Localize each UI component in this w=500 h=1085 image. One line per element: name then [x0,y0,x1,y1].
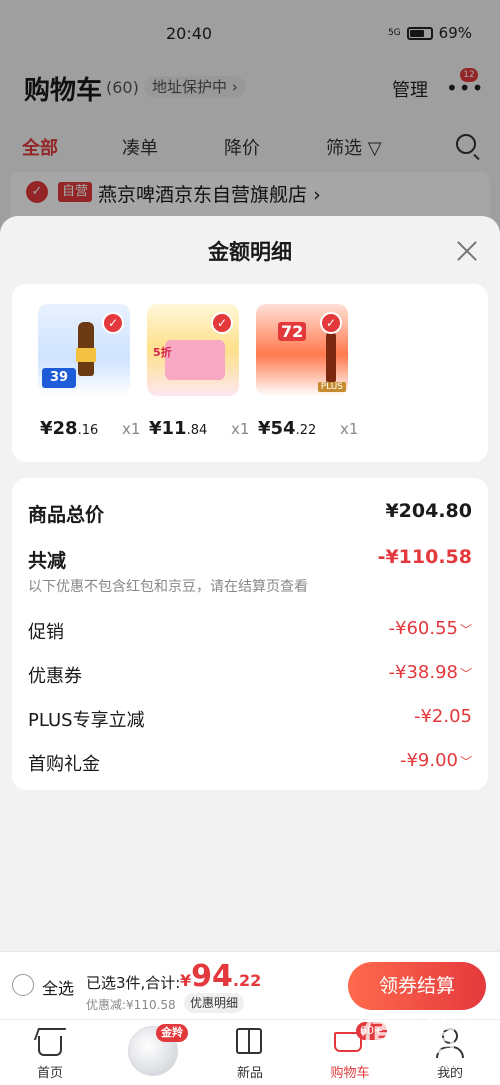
nav-promo[interactable]: 金羚 [100,1020,200,1085]
watermark-logo: 值|值|值 [360,1014,478,1085]
reduce-value: -¥110.58 [377,546,472,568]
selected-products: 39 ✓ ¥28.16 x1 5折 ✓ ¥11.84 x1 72 PLUS ✓ … [12,284,488,462]
product-quantity: x1 [340,420,359,438]
price-integer: ¥54 [258,418,296,439]
watermark-url: zhizhizhi.com [370,1056,465,1072]
bottle-label-graphic [76,348,96,362]
product-price: ¥28.16 [40,418,98,439]
price-breakdown: 商品总价 ¥204.80 共减 -¥110.58 以下优惠不包含红包和京豆，请在… [12,478,488,790]
chevron-down-icon: ﹀ [459,623,472,637]
sheet-title: 金额明细 [208,240,292,264]
first-purchase-value: -¥9.00 [399,750,458,771]
nav-home[interactable]: 首页 [0,1020,100,1085]
bottle-graphic [326,332,336,382]
total-label: 商品总价 [28,504,105,526]
nav-new-label: 新品 [236,1066,263,1081]
price-decimal: .22 [232,971,262,990]
box-graphic [165,340,225,380]
product-item[interactable]: 72 PLUS ✓ ¥54.22 x1 [254,304,358,444]
select-all-radio[interactable] [12,974,34,996]
pink-box-image: 5折 ✓ [147,304,239,396]
nav-home-label: 首页 [36,1066,63,1081]
red-promo-image: 72 PLUS ✓ [256,304,348,396]
reduce-label: 共减 [28,550,67,572]
discount-detail-button[interactable]: 优惠明细 [184,993,245,1013]
price-currency: ¥ [180,971,192,990]
promotion-label: 促销 [28,622,64,643]
coupon-value: -¥38.98 [388,662,458,683]
price-integer: ¥11 [149,418,187,439]
coupon-row[interactable]: -¥38.98 ﹀ [389,662,473,683]
product-price: ¥11.84 [149,418,207,439]
plus-discount-label: PLUS专享立减 [28,710,145,731]
checkout-button[interactable]: 领券结算 [348,962,486,1010]
product-price: ¥54.22 [258,418,316,439]
chevron-down-icon: ﹀ [459,755,472,769]
coupon-label: 优惠券 [28,666,82,687]
selected-summary: 已选3件,合计: [86,974,181,992]
price-decimal: .84 [186,423,208,438]
price-integer: ¥28 [40,418,78,439]
home-icon-body [38,1036,62,1056]
checkmark-icon[interactable]: ✓ [102,312,124,334]
promo-tag: 金羚 [156,1024,188,1042]
product-quantity: x1 [231,420,250,438]
product-item[interactable]: 5折 ✓ ¥11.84 x1 [145,304,249,444]
plus-badge-graphic: PLUS [317,382,346,392]
nav-new[interactable]: 新品 [200,1020,300,1085]
cube-icon [236,1028,262,1054]
price-tag-graphic: 39 [42,368,76,388]
chevron-down-icon: ﹀ [459,667,472,681]
beer-bottle-image: 39 ✓ [38,304,130,396]
first-purchase-label: 首购礼金 [28,754,100,775]
product-item[interactable]: 39 ✓ ¥28.16 x1 [36,304,140,444]
checkmark-icon[interactable]: ✓ [211,312,233,334]
close-icon[interactable] [454,238,480,264]
total-price: ¥94.22 [180,959,261,994]
checkmark-icon[interactable]: ✓ [320,312,342,334]
plus-discount-value: -¥2.05 [413,706,472,727]
select-all-label[interactable]: 全选 [42,975,74,999]
price-integer: 94 [191,959,233,994]
promotion-row[interactable]: -¥60.55 ﹀ [389,618,473,639]
first-purchase-row[interactable]: -¥9.00 ﹀ [400,750,472,771]
discount-graphic: 5折 [153,346,172,359]
price-decimal: .22 [295,423,317,438]
price-decimal: .16 [77,423,99,438]
total-value: ¥204.80 [385,500,472,522]
reduce-note: 以下优惠不包含红包和京豆，请在结算页查看 [28,579,308,595]
discount-summary: 优惠减:¥110.58 [86,998,176,1012]
promo-number-graphic: 72 [278,322,307,341]
product-quantity: x1 [122,420,141,438]
promotion-value: -¥60.55 [388,618,458,639]
